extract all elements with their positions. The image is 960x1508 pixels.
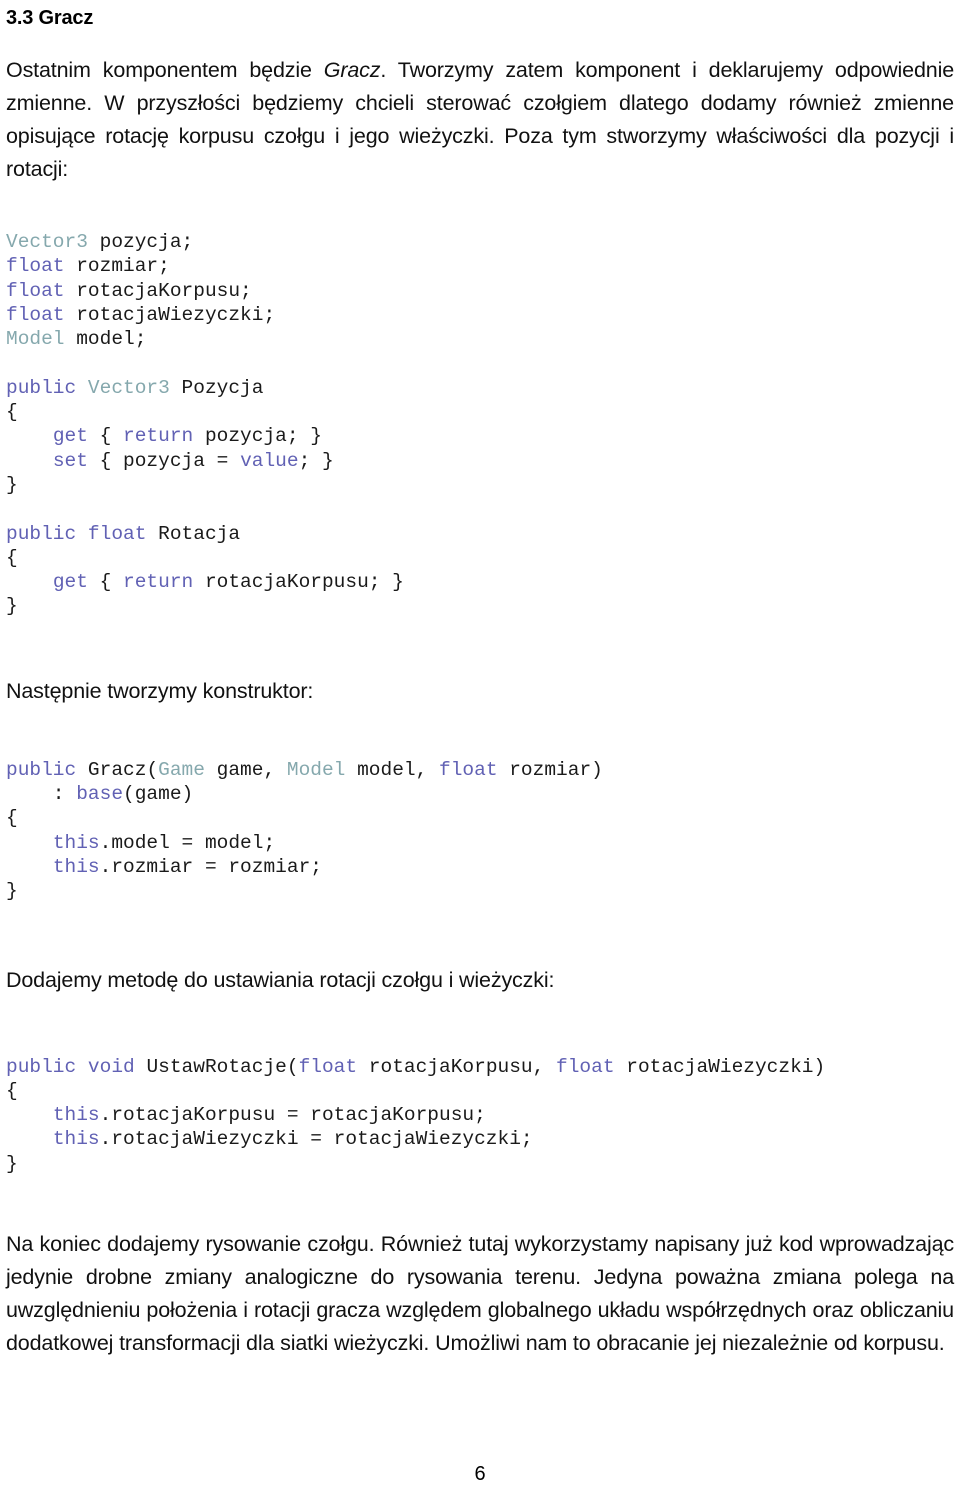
- code-block-constructor: public Gracz(Game game, Model model, flo…: [6, 758, 603, 903]
- page-title: 3.3 Gracz: [6, 7, 94, 29]
- method-lead-in-text: Dodajemy metodę do ustawiania rotacji cz…: [6, 967, 555, 992]
- code-block-fields-and-properties: Vector3 pozycja; float rozmiar; float ro…: [6, 231, 404, 618]
- closing-paragraph: Na koniec dodajemy rysowanie czołgu. Rów…: [6, 1232, 954, 1356]
- intro-paragraph: Ostatnim komponentem będzie Gracz. Tworz…: [6, 54, 954, 186]
- document-page: 3.3 Gracz Ostatnim komponentem będzie Gr…: [0, 0, 960, 1508]
- code-block-set-rotation-method: public void UstawRotacje(float rotacjaKo…: [6, 1055, 826, 1175]
- intro-italic-term: Gracz: [323, 58, 381, 82]
- constructor-lead-in-text: Następnie tworzymy konstruktor:: [6, 678, 314, 703]
- intro-text-part1: Ostatnim komponentem będzie: [6, 58, 324, 82]
- page-number: 6: [474, 1463, 486, 1485]
